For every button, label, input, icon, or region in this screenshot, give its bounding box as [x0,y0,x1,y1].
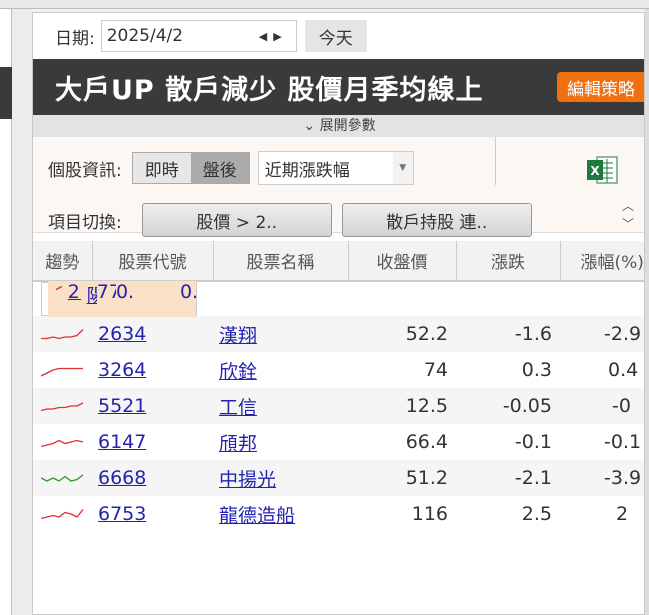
item-button-price[interactable]: 股價 > 2.. [141,203,332,237]
trend-sparkline [33,316,92,352]
table-row[interactable]: 3264 欣銓 74 0.3 0.4 [33,352,644,388]
pct-change: 0.5 [131,281,196,317]
date-row: 日期: 2025/4/2 ◀▶ 今天 [33,13,644,59]
close-price: 116 [411,503,448,525]
expand-label: 展開參數 [319,118,376,134]
trend-sparkline [33,460,92,496]
trend-sparkline [33,388,92,424]
stock-name-link[interactable]: 中揚光 [219,469,276,491]
right-edge [645,9,649,615]
trend-sparkline [48,281,62,317]
window-top-border [0,0,649,9]
stock-name-link[interactable]: 漢翔 [219,325,257,347]
stock-code-link[interactable]: 6668 [98,467,146,489]
col-price[interactable]: 收盤價 [348,241,457,282]
excel-export-icon[interactable]: X [585,155,619,185]
close-price: 51.2 [348,460,456,496]
pct-change: -2.9 [560,316,644,352]
table-row[interactable]: 6147 頎邦 66.4 -0.1 -0.1 [33,424,644,460]
table-row[interactable]: 6668 中揚光 51.2 -2.1 -3.9 [33,460,644,496]
price-change: -0.05 [456,388,560,424]
stock-name-link[interactable]: 龍德造船 [219,505,295,527]
price-change: -1.6 [456,316,560,352]
sparkline-icon [41,439,84,448]
col-trend[interactable]: 趨勢 [33,241,93,282]
pct-change: -3.9 [560,460,644,496]
close-price: 77.4 [96,281,116,317]
controls-area: 個股資訊: 即時 盤後 近期漲跌幅 ▼ X 項目切換: 股價 > 2.. 散戶持股… [33,137,644,237]
splitter[interactable] [12,9,32,615]
close-price: 66.4 [405,431,448,453]
expand-params-toggle[interactable]: ⌄ 展開參數 [33,115,644,137]
stock-name-link[interactable]: 陽明 [87,285,97,307]
info-dropdown[interactable]: 近期漲跌幅 ▼ [257,151,414,185]
afterhours-option[interactable]: 盤後 [190,153,249,183]
price-change: -2.1 [456,460,560,496]
stock-code-link[interactable]: 2609 [68,281,81,303]
realtime-option[interactable]: 即時 [132,153,191,183]
table-row[interactable]: 5521 工信 12.5 -0.05 -0 [33,388,644,424]
left-panel [0,9,12,615]
date-picker[interactable]: 2025/4/2 ◀▶ [100,20,297,52]
close-price: 52.2 [348,316,456,352]
item-switch-label: 項目切換: [48,212,122,233]
stock-code-link[interactable]: 6753 [98,503,146,525]
table-row[interactable]: 2609 陽明 77.4 0.4 0.5 [41,281,197,317]
trend-sparkline [33,352,92,388]
col-change[interactable]: 漲跌 [456,241,561,282]
sparkline-icon [41,474,84,482]
strategy-title-bar: 大戶UP 散戶減少 股價月季均線上 編輯策略 [33,59,644,115]
table-row[interactable]: 2634 漢翔 52.2 -1.6 -2.9 [33,316,644,352]
col-name[interactable]: 股票名稱 [213,241,349,282]
stock-name-link[interactable]: 頎邦 [219,433,257,455]
stock-table: 趨勢 股票代號 股票名稱 收盤價 漲跌 漲幅(%) 2609 陽明 77.4 0… [33,241,644,532]
edit-strategy-button[interactable]: 編輯策略 [557,72,644,102]
table-row[interactable]: 6753 龍德造船 116 2.5 2 [33,496,644,532]
pct-change: 0.4 [608,359,639,381]
trend-sparkline [33,424,92,460]
close-price: 12.5 [348,388,456,424]
pct-change: -0 [560,388,644,424]
today-button[interactable]: 今天 [304,20,367,52]
divider [495,137,496,185]
dropdown-caret-icon: ▼ [392,152,413,184]
next-date-icon[interactable]: ▶ [273,30,287,43]
sparkline-icon [41,509,84,520]
price-change: 0.4 [115,281,132,317]
svg-text:X: X [590,164,600,178]
pct-change: -0.1 [604,431,642,453]
sparkline-icon [41,402,84,412]
close-price: 74 [423,359,448,381]
strategy-title: 大戶UP 散戶減少 股價月季均線上 [55,74,484,106]
date-label: 日期: [55,28,95,49]
item-button-retail-holding[interactable]: 散戶持股 連.. [341,203,532,237]
price-change: 2.5 [521,503,552,525]
stock-code-link[interactable]: 3264 [98,359,146,381]
pct-change: 2 [616,503,629,525]
trend-sparkline [33,496,92,532]
price-change: -0.1 [514,431,552,453]
sparkline-icon [41,329,84,340]
stock-code-link[interactable]: 2634 [98,323,146,345]
sparkline-icon [41,367,83,377]
realtime-afterhours-toggle: 即時 盤後 [131,152,250,184]
stock-code-link[interactable]: 6147 [98,431,146,453]
stock-name-link[interactable]: 工信 [219,397,257,419]
stock-info-label: 個股資訊: [48,160,122,181]
stock-name-link[interactable]: 欣銓 [219,361,257,383]
date-value: 2025/4/2 [106,26,184,46]
prev-date-icon[interactable]: ◀ [259,30,273,43]
chevron-down-icon[interactable]: ﹀ [617,215,639,233]
col-code[interactable]: 股票代號 [92,241,214,282]
strategy-panel: 日期: 2025/4/2 ◀▶ 今天 大戶UP 散戶減少 股價月季均線上 編輯策… [32,12,645,615]
dropdown-value: 近期漲跌幅 [264,160,350,181]
price-change: 0.3 [521,359,552,381]
col-pct[interactable]: 漲幅(%) [560,241,644,282]
chevron-down-icon: ⌄ [303,118,320,134]
stock-code-link[interactable]: 5521 [98,395,146,417]
item-scroll[interactable]: ︿ ﹀ [617,197,639,237]
chevron-up-icon[interactable]: ︿ [617,197,639,215]
